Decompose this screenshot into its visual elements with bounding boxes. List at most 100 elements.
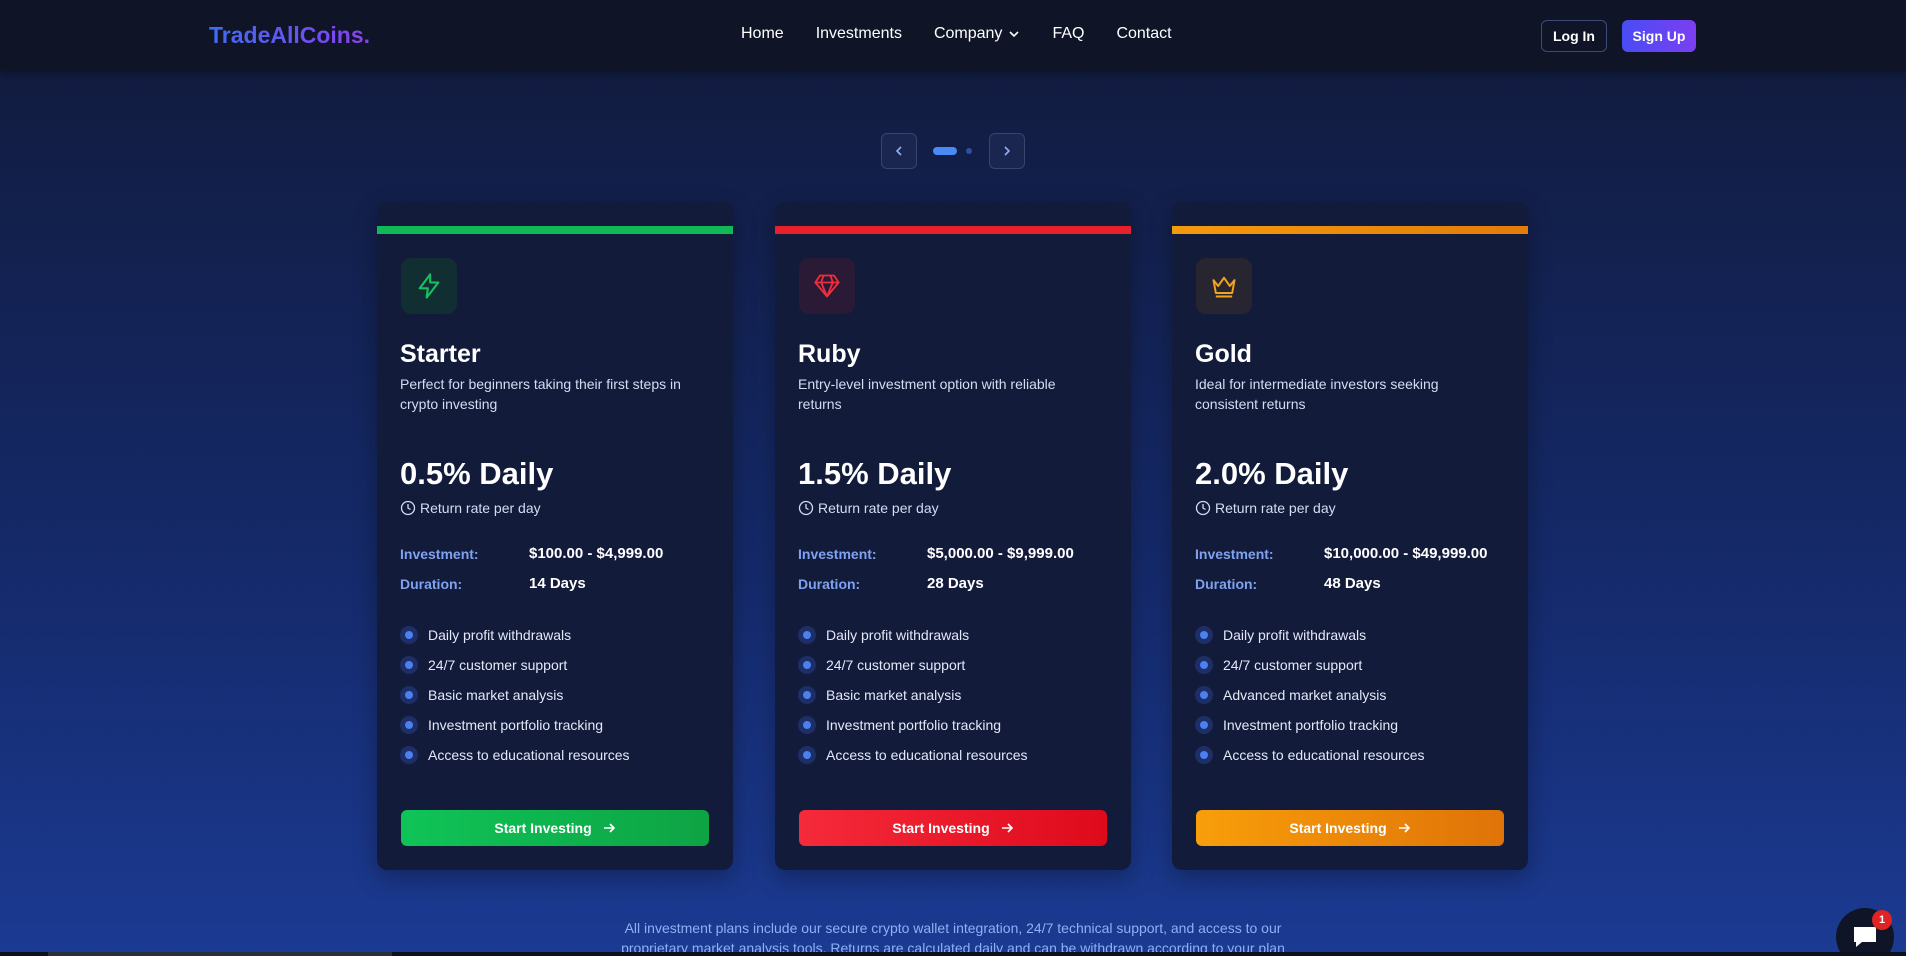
card-accent-bar [1172, 226, 1528, 234]
arrow-right-icon [1398, 823, 1410, 833]
plan-rate: 1.5% Daily [798, 456, 952, 491]
bullet-dot-icon [400, 626, 418, 644]
plan-name: Gold [1195, 340, 1252, 368]
list-item: Basic market analysis [400, 680, 630, 710]
plan-icon-box [1196, 258, 1252, 314]
duration-label: Duration: [798, 576, 861, 592]
plan-rate-subtitle: Return rate per day [798, 500, 939, 516]
bullet-dot-icon [1195, 656, 1213, 674]
feature-text: 24/7 customer support [1223, 657, 1363, 673]
investment-value: $100.00 - $4,999.00 [529, 545, 664, 562]
feature-text: Access to educational resources [1223, 747, 1425, 763]
carousel-dot[interactable] [966, 148, 972, 154]
bullet-dot-icon [400, 656, 418, 674]
bullet-dot-icon [798, 686, 816, 704]
bullet-dot-icon [400, 716, 418, 734]
feature-text: Daily profit withdrawals [826, 627, 970, 643]
investment-label: Investment: [400, 546, 479, 562]
carousel-next-button[interactable] [989, 133, 1025, 169]
investment-label: Investment: [798, 546, 877, 562]
duration-label: Duration: [400, 576, 463, 592]
login-button[interactable]: Log In [1541, 20, 1607, 52]
card-accent-bar [775, 226, 1131, 234]
crown-icon [1212, 276, 1236, 298]
plan-description: Entry-level investment option with relia… [798, 376, 1056, 412]
plan-icon-box [401, 258, 457, 314]
feature-text: Investment portfolio tracking [826, 717, 1002, 733]
cta-label: Start Investing [1289, 820, 1387, 836]
cta-label: Start Investing [892, 820, 990, 836]
bullet-dot-icon [1195, 626, 1213, 644]
chevron-down-icon [1009, 31, 1020, 38]
arrow-right-icon [1001, 823, 1013, 833]
investment-value: $5,000.00 - $9,999.00 [927, 545, 1074, 562]
main-nav: Home Investments Company FAQ Contact [741, 25, 1204, 43]
feature-list: Daily profit withdrawals 24/7 customer s… [1195, 620, 1425, 770]
chevron-left-icon [895, 146, 902, 156]
duration-value: 14 Days [529, 575, 586, 592]
nav-contact[interactable]: Contact [1116, 25, 1171, 43]
start-investing-button[interactable]: Start Investing [401, 810, 709, 846]
footer-note-line: All investment plans include our secure … [624, 920, 1282, 936]
bullet-dot-icon [1195, 686, 1213, 704]
plan-rate: 0.5% Daily [400, 456, 554, 491]
bullet-dot-icon [1195, 746, 1213, 764]
nav-company[interactable]: Company [934, 25, 1020, 43]
rate-sub-label: Return rate per day [1215, 500, 1336, 516]
nav-home[interactable]: Home [741, 25, 784, 43]
duration-value: 28 Days [927, 575, 984, 592]
investment-label: Investment: [1195, 546, 1274, 562]
list-item: Access to educational resources [400, 740, 630, 770]
bullet-dot-icon [798, 716, 816, 734]
horizontal-scrollbar[interactable] [0, 952, 1906, 956]
feature-text: 24/7 customer support [428, 657, 568, 673]
top-navbar: TradeAllCoins. Home Investments Company … [0, 0, 1906, 71]
plan-rate-subtitle: Return rate per day [400, 500, 541, 516]
feature-text: Daily profit withdrawals [1223, 627, 1367, 643]
feature-text: Basic market analysis [826, 687, 962, 703]
start-investing-button[interactable]: Start Investing [799, 810, 1107, 846]
signup-button[interactable]: Sign Up [1622, 20, 1696, 52]
clock-icon [1195, 500, 1211, 516]
feature-text: Investment portfolio tracking [1223, 717, 1399, 733]
list-item: 24/7 customer support [1195, 650, 1425, 680]
nav-faq[interactable]: FAQ [1052, 25, 1084, 43]
nav-investments[interactable]: Investments [816, 25, 902, 43]
list-item: Daily profit withdrawals [400, 620, 630, 650]
rate-sub-label: Return rate per day [420, 500, 541, 516]
list-item: Investment portfolio tracking [400, 710, 630, 740]
list-item: Advanced market analysis [1195, 680, 1425, 710]
clock-icon [798, 500, 814, 516]
carousel-prev-button[interactable] [881, 133, 917, 169]
carousel-dot-active[interactable] [933, 147, 957, 155]
bullet-dot-icon [798, 746, 816, 764]
arrow-right-icon [603, 823, 615, 833]
feature-text: Advanced market analysis [1223, 687, 1387, 703]
list-item: 24/7 customer support [400, 650, 630, 680]
plan-icon-box [799, 258, 855, 314]
plan-description: Ideal for intermediate investors seeking… [1195, 376, 1439, 412]
bullet-dot-icon [798, 626, 816, 644]
feature-list: Daily profit withdrawals 24/7 customer s… [798, 620, 1028, 770]
brand-logo[interactable]: TradeAllCoins. [209, 22, 370, 49]
chat-unread-badge: 1 [1872, 910, 1892, 930]
clock-icon [400, 500, 416, 516]
nav-company-label: Company [933, 25, 1003, 42]
list-item: Basic market analysis [798, 680, 1028, 710]
duration-value: 48 Days [1324, 575, 1381, 592]
duration-label: Duration: [1195, 576, 1258, 592]
list-item: Daily profit withdrawals [798, 620, 1028, 650]
scrollbar-thumb[interactable] [48, 952, 392, 956]
feature-text: Access to educational resources [428, 747, 630, 763]
plan-card-starter: Starter Perfect for beginners taking the… [377, 202, 733, 870]
feature-list: Daily profit withdrawals 24/7 customer s… [400, 620, 630, 770]
cta-label: Start Investing [494, 820, 592, 836]
start-investing-button[interactable]: Start Investing [1196, 810, 1504, 846]
feature-text: Basic market analysis [428, 687, 564, 703]
feature-text: 24/7 customer support [826, 657, 966, 673]
bullet-dot-icon [400, 746, 418, 764]
bullet-dot-icon [1195, 716, 1213, 734]
card-accent-bar [377, 226, 733, 234]
list-item: Investment portfolio tracking [1195, 710, 1425, 740]
plan-rate: 2.0% Daily [1195, 456, 1349, 491]
